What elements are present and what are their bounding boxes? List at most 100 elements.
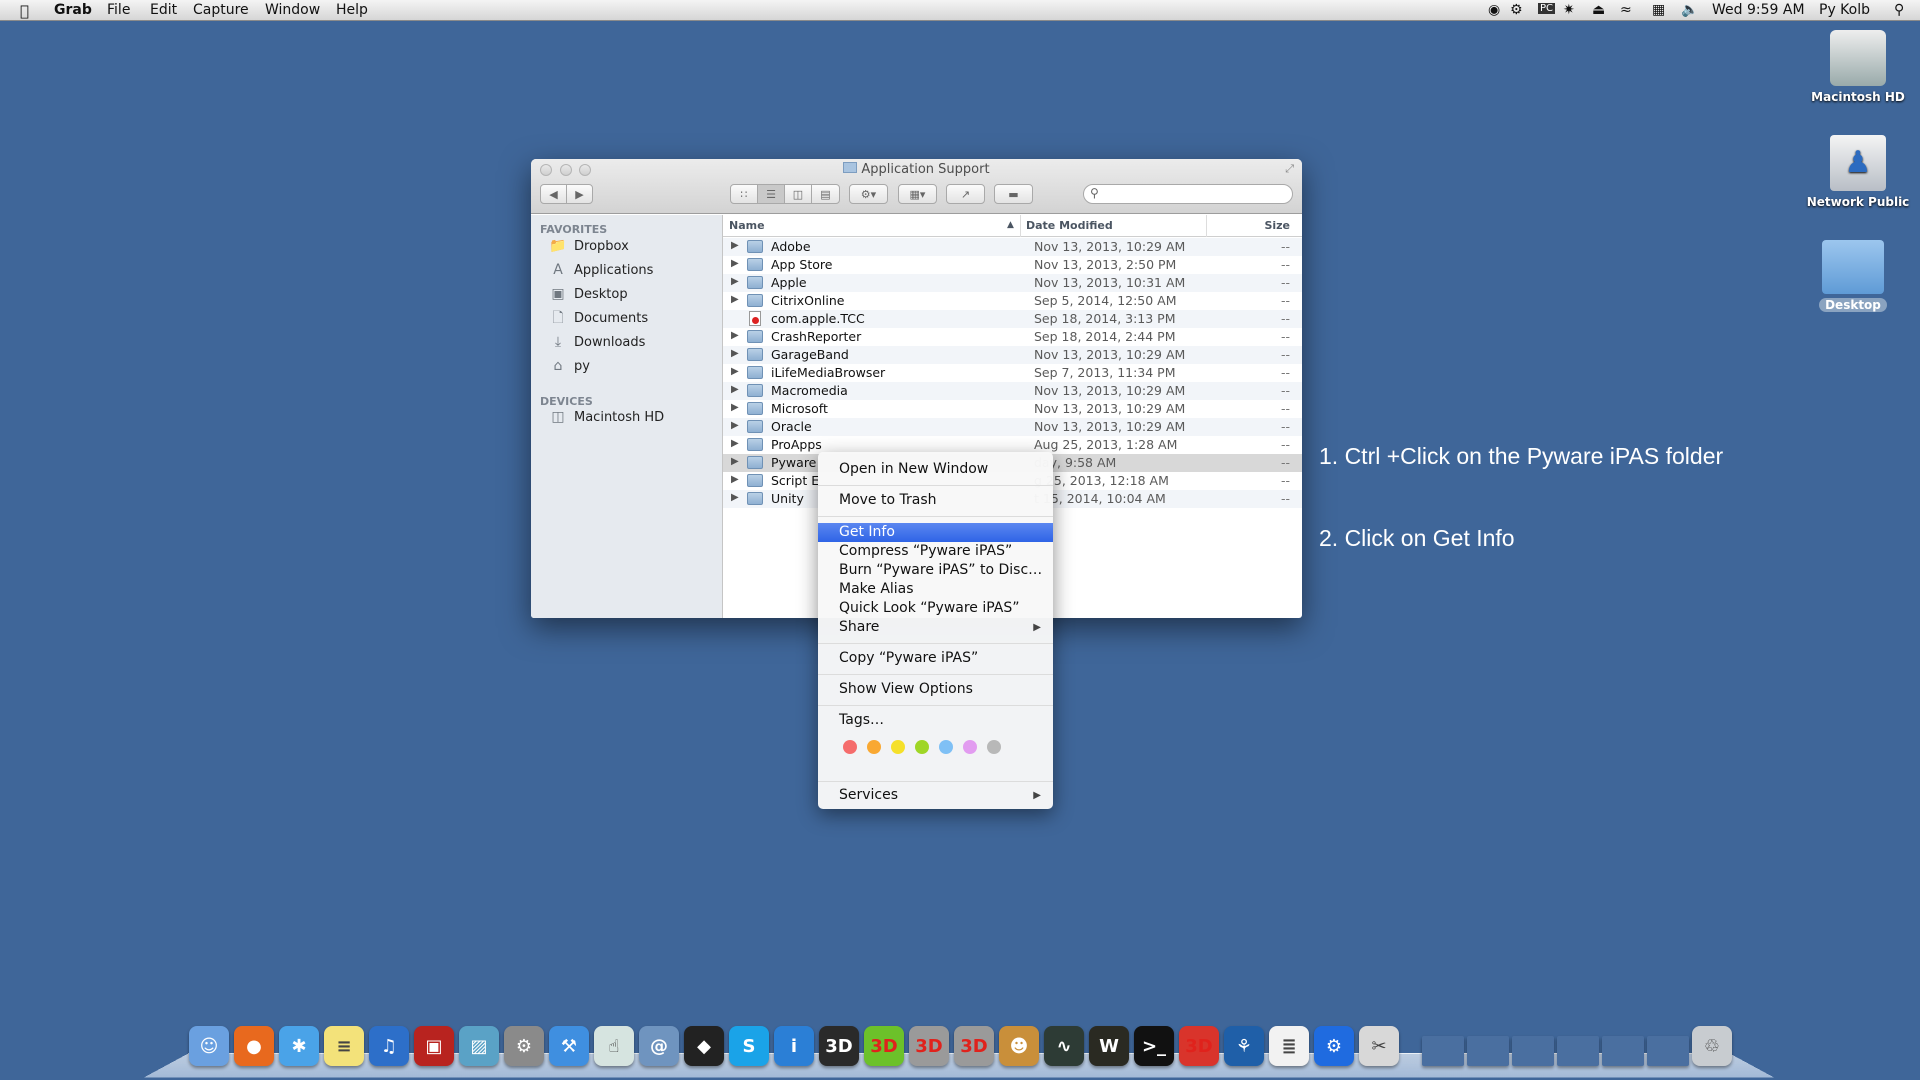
- sidebar-item-py[interactable]: ⌂ py: [549, 358, 590, 374]
- dock-xcode-icon[interactable]: ⚒: [549, 1026, 589, 1066]
- disclosure-triangle-icon[interactable]: ▶: [731, 474, 739, 485]
- spotlight-icon[interactable]: ⚲: [1894, 2, 1904, 18]
- disclosure-triangle-icon[interactable]: ▶: [731, 240, 739, 251]
- fan-icon[interactable]: ✷: [1563, 2, 1575, 18]
- menu-app-name[interactable]: Grab: [54, 2, 92, 18]
- list-view-button[interactable]: ☰: [757, 184, 785, 204]
- dock-cyberduck-monkey-icon[interactable]: ☻: [999, 1026, 1039, 1066]
- sidebar-item-macintosh-hd[interactable]: ◫ Macintosh HD: [549, 409, 664, 425]
- file-row[interactable]: ▶ Oracle Nov 13, 2013, 10:29 AM --: [723, 418, 1302, 436]
- menu-capture[interactable]: Capture: [193, 2, 249, 18]
- menu-item-open-in-new-window[interactable]: Open in New Window: [818, 460, 1053, 479]
- tag-color-dot[interactable]: [939, 740, 953, 754]
- dock-3ds-max-6-icon[interactable]: 3D: [909, 1026, 949, 1066]
- disclosure-triangle-icon[interactable]: ▶: [731, 294, 739, 305]
- forward-button[interactable]: ▶: [566, 184, 593, 204]
- dock-finder-icon[interactable]: ☺: [189, 1026, 229, 1066]
- file-row[interactable]: ▶ App Store Nov 13, 2013, 2:50 PM --: [723, 256, 1302, 274]
- dock-itunes-icon[interactable]: ♫: [369, 1026, 409, 1066]
- dock-photo-booth-icon[interactable]: ▣: [414, 1026, 454, 1066]
- dock-firefox-icon[interactable]: ●: [234, 1026, 274, 1066]
- file-row[interactable]: ▶ CrashReporter Sep 18, 2014, 2:44 PM --: [723, 328, 1302, 346]
- dock-minimized-window-2-icon[interactable]: [1467, 1036, 1509, 1066]
- disclosure-triangle-icon[interactable]: ▶: [731, 276, 739, 287]
- file-row[interactable]: ▶ Apple Nov 13, 2013, 10:31 AM --: [723, 274, 1302, 292]
- dock-3ds-max-8-icon[interactable]: 3D: [1179, 1026, 1219, 1066]
- sidebar-item-applications[interactable]: A Applications: [549, 262, 653, 278]
- dock-minimized-window-5-icon[interactable]: [1602, 1036, 1644, 1066]
- dock-iphoto-icon[interactable]: ▨: [459, 1026, 499, 1066]
- file-row[interactable]: ▶ CitrixOnline Sep 5, 2014, 12:50 AM --: [723, 292, 1302, 310]
- dock-stickies-icon[interactable]: ≡: [324, 1026, 364, 1066]
- file-row[interactable]: ▶ iLifeMediaBrowser Sep 7, 2013, 11:34 PM -…: [723, 364, 1302, 382]
- disclosure-triangle-icon[interactable]: ▶: [731, 330, 739, 341]
- tag-color-dot[interactable]: [867, 740, 881, 754]
- fullscreen-icon[interactable]: ⤢: [1285, 162, 1294, 176]
- dock-minimized-window-6-icon[interactable]: [1647, 1036, 1689, 1066]
- search-input[interactable]: ⚲: [1083, 184, 1293, 204]
- tag-color-dot[interactable]: [987, 740, 1001, 754]
- menu-item-make-alias[interactable]: Make Alias: [818, 580, 1053, 599]
- dock-touch-app-icon[interactable]: ☝: [594, 1026, 634, 1066]
- menu-help[interactable]: Help: [336, 2, 368, 18]
- column-header-date-modified[interactable]: Date Modified: [1026, 219, 1113, 232]
- column-view-button[interactable]: ◫: [784, 184, 812, 204]
- eject-icon[interactable]: ⏏: [1592, 2, 1605, 18]
- sidebar-item-documents[interactable]: 🗋 Documents: [549, 310, 648, 326]
- tag-color-dot[interactable]: [891, 740, 905, 754]
- dock-terminal-icon[interactable]: >_: [1134, 1026, 1174, 1066]
- desktop-icon-desktop[interactable]: Desktop: [1798, 240, 1908, 312]
- dock-trash-icon[interactable]: ♲: [1692, 1026, 1732, 1066]
- file-row[interactable]: com.apple.TCC Sep 18, 2014, 3:13 PM --: [723, 310, 1302, 328]
- tags-button[interactable]: ▬: [994, 184, 1033, 204]
- disclosure-triangle-icon[interactable]: ▶: [731, 366, 739, 377]
- sidebar-item-dropbox[interactable]: 📁 Dropbox: [549, 238, 629, 254]
- menu-user[interactable]: Py Kolb: [1819, 2, 1870, 18]
- menu-window[interactable]: Window: [265, 2, 320, 18]
- disclosure-triangle-icon[interactable]: ▶: [731, 384, 739, 395]
- dock-grab-icon[interactable]: ✂: [1359, 1026, 1399, 1066]
- skype-icon[interactable]: ◉: [1488, 2, 1500, 18]
- dock-3ds-max-7-icon[interactable]: 3D: [954, 1026, 994, 1066]
- desktop-icon-macintosh-hd[interactable]: Macintosh HD: [1803, 30, 1913, 104]
- keyboard-viewer-icon[interactable]: ▦: [1652, 2, 1665, 18]
- icon-view-button[interactable]: ∷: [730, 184, 758, 204]
- disclosure-triangle-icon[interactable]: ▶: [731, 492, 739, 503]
- dock-sourcetree-icon[interactable]: ⚘: [1224, 1026, 1264, 1066]
- apple-menu-icon[interactable]: : [20, 2, 29, 20]
- menu-file[interactable]: File: [107, 2, 130, 18]
- menu-clock[interactable]: Wed 9:59 AM: [1712, 2, 1805, 18]
- tag-color-dot[interactable]: [915, 740, 929, 754]
- dock-minimized-window-4-icon[interactable]: [1557, 1036, 1599, 1066]
- dock-minimized-window-1-icon[interactable]: [1422, 1036, 1464, 1066]
- back-button[interactable]: ◀: [540, 184, 567, 204]
- menu-item-quick-look[interactable]: Quick Look “Pyware iPAS”: [818, 599, 1053, 618]
- arrange-button[interactable]: ▦▾: [898, 184, 937, 204]
- file-row[interactable]: ▶ Macromedia Nov 13, 2013, 10:29 AM --: [723, 382, 1302, 400]
- column-header-size[interactable]: Size: [1264, 219, 1290, 232]
- share-button[interactable]: ↗: [946, 184, 985, 204]
- disclosure-triangle-icon[interactable]: ▶: [731, 438, 739, 449]
- cover-flow-button[interactable]: ▤: [811, 184, 840, 204]
- action-gear-button[interactable]: ⚙▾: [849, 184, 888, 204]
- column-header-name[interactable]: Name: [729, 219, 765, 232]
- dock-console-icon[interactable]: W: [1089, 1026, 1129, 1066]
- dock-unity-icon[interactable]: ◆: [684, 1026, 724, 1066]
- disclosure-triangle-icon[interactable]: ▶: [731, 420, 739, 431]
- disclosure-triangle-icon[interactable]: ▶: [731, 348, 739, 359]
- gear-badge-icon[interactable]: ⚙: [1510, 2, 1523, 18]
- sidebar-item-desktop[interactable]: ▣ Desktop: [549, 286, 627, 302]
- dock-activity-monitor-icon[interactable]: ∿: [1044, 1026, 1084, 1066]
- menu-item-share[interactable]: Share ▶: [818, 618, 1053, 637]
- dock-minimized-window-3-icon[interactable]: [1512, 1036, 1554, 1066]
- sidebar-item-downloads[interactable]: ⤓ Downloads: [549, 334, 646, 350]
- tag-color-dot[interactable]: [963, 740, 977, 754]
- volume-icon[interactable]: 🔈: [1681, 2, 1698, 18]
- file-row[interactable]: ▶ GarageBand Nov 13, 2013, 10:29 AM --: [723, 346, 1302, 364]
- desktop-icon-network-public[interactable]: ♟ Network Public: [1803, 135, 1913, 209]
- disclosure-triangle-icon[interactable]: ▶: [731, 456, 739, 467]
- menu-item-move-to-trash[interactable]: Move to Trash: [818, 491, 1053, 510]
- menu-item-burn-to-disc[interactable]: Burn “Pyware iPAS” to Disc…: [818, 561, 1053, 580]
- dock-3d-app-icon[interactable]: 3D: [819, 1026, 859, 1066]
- tag-color-dot[interactable]: [843, 740, 857, 754]
